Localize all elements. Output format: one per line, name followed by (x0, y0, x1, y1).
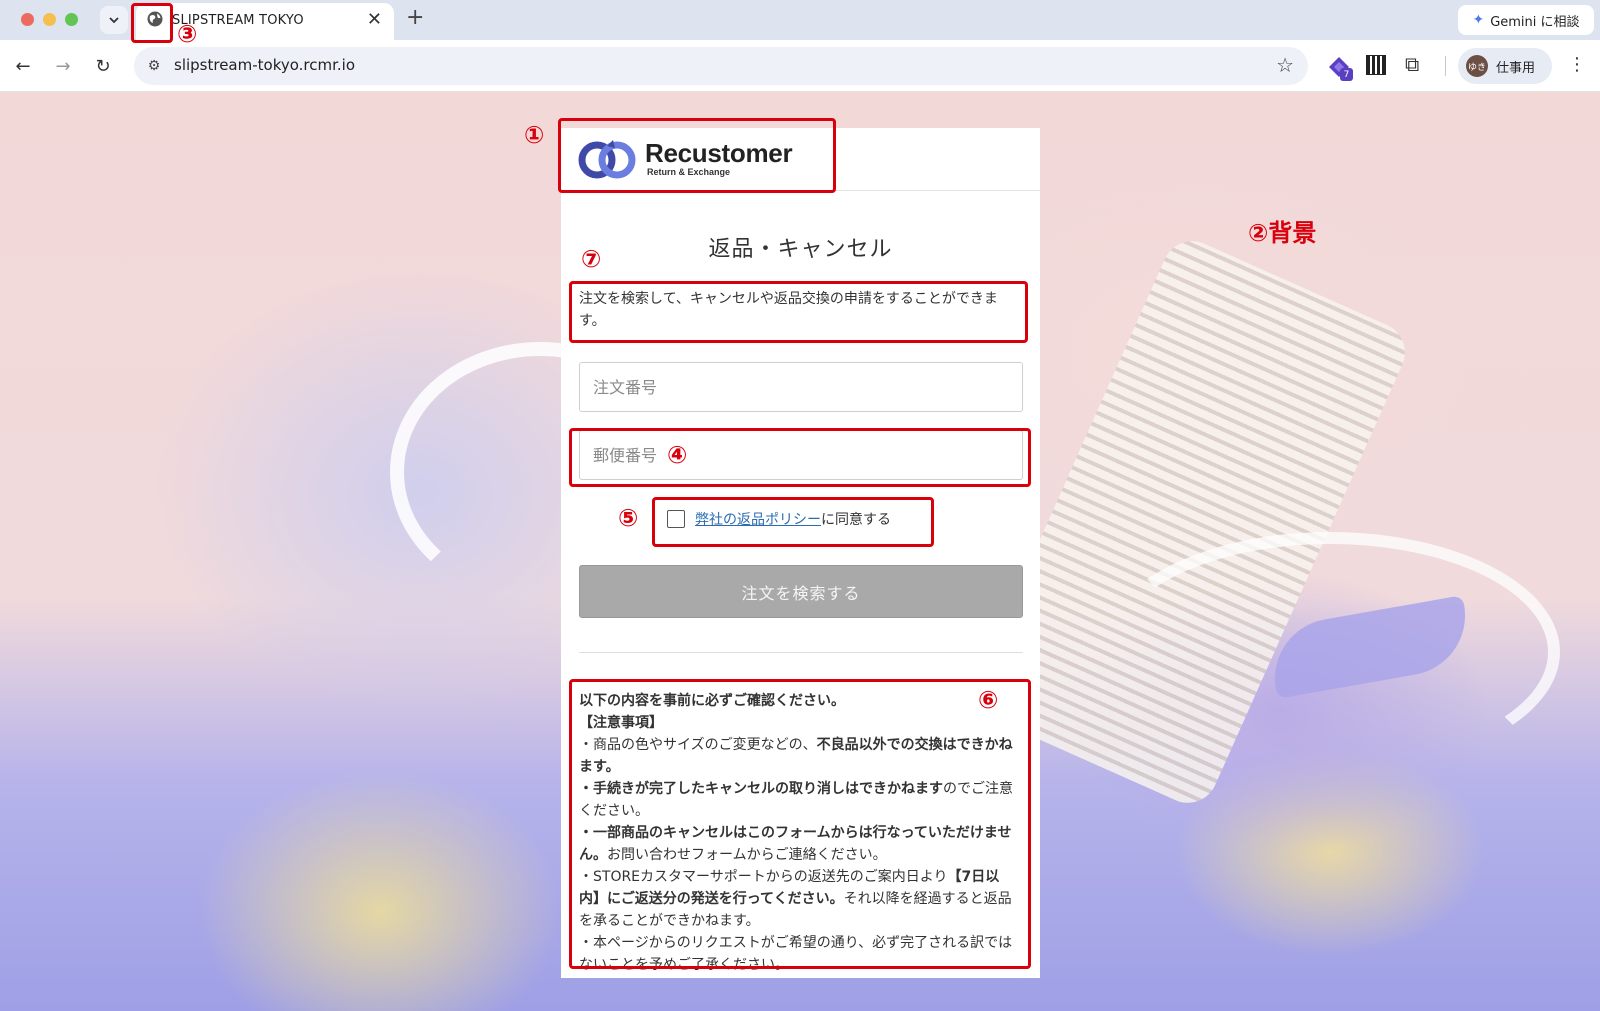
qr-extension-icon[interactable] (1366, 55, 1386, 75)
notice-text: 以下の内容を事前に必ずご確認ください。 【注意事項】 ・商品の色やサイズのご変更… (579, 690, 1015, 976)
notice-item: ・STOREカスタマーサポートからの返送先のご案内日より【7日以内】にご返送分の… (579, 869, 1012, 929)
notice-item: ・本ページからのリクエストがご希望の通り、必ず完了される訳ではないことを予めご了… (579, 935, 1013, 973)
recustomer-logo: Recustomer Return & Exchange (577, 136, 793, 180)
agree-suffix: に同意する (821, 512, 891, 528)
notice-heading: 【注意事項】 (579, 715, 663, 731)
globe-icon (147, 11, 163, 27)
tab-list-button[interactable] (100, 6, 128, 34)
more-menu-icon[interactable]: ⋮ (1568, 54, 1586, 75)
avatar: ゆき (1466, 55, 1488, 77)
notice-item: ・一部商品のキャンセルはこのフォームからは行なっていただけません。お問い合わせフ… (579, 825, 1012, 863)
minimize-window-button[interactable] (43, 13, 56, 26)
toolbar-separator (1445, 56, 1446, 76)
logo-subtitle: Return & Exchange (647, 167, 731, 177)
reload-icon[interactable]: ↻ (91, 54, 115, 78)
notice-item: ・手続きが完了したキャンセルの取り消しはできかねますのでご注意ください。 (579, 781, 1013, 819)
site-settings-icon[interactable]: ⚙ (144, 56, 164, 76)
search-order-button[interactable]: 注文を検索する (579, 565, 1023, 618)
puzzle-icon[interactable]: ⧉ (1405, 52, 1419, 76)
forward-arrow-icon[interactable]: → (51, 54, 75, 78)
divider (579, 652, 1023, 653)
maximize-window-button[interactable] (65, 13, 78, 26)
page-title: 返品・キャンセル (708, 237, 893, 262)
notice-intro: 以下の内容を事前に必ずご確認ください。 (579, 693, 845, 709)
tab-title: SLIPSTREAM TOKYO (172, 13, 304, 28)
extension-badge: 7 (1340, 68, 1353, 81)
profile-label: 仕事用 (1496, 60, 1536, 76)
card-header: Recustomer Return & Exchange (561, 128, 1040, 191)
back-arrow-icon[interactable]: ← (11, 54, 35, 78)
close-window-button[interactable] (21, 13, 34, 26)
order-number-input[interactable] (579, 362, 1023, 412)
policy-agree-text: 弊社の返品ポリシーに同意する (695, 509, 891, 529)
browser-toolbar: ← → ↻ ⚙ slipstream-tokyo.rcmr.io ☆ 7 ⧉ ゆ… (0, 40, 1600, 92)
notice-item: ・商品の色やサイズのご変更などの、不良品以外での交換はできかねます。 (579, 737, 1013, 775)
gemini-button[interactable]: ✦ Gemini に相談 (1458, 5, 1594, 35)
return-policy-link[interactable]: 弊社の返品ポリシー (695, 512, 821, 528)
url-text[interactable]: slipstream-tokyo.rcmr.io (174, 56, 355, 74)
address-bar[interactable]: ⚙ slipstream-tokyo.rcmr.io ☆ (134, 47, 1308, 85)
gemini-label: Gemini に相談 (1490, 14, 1580, 30)
postal-code-input[interactable] (579, 430, 1023, 480)
browser-tab[interactable]: SLIPSTREAM TOKYO ✕ (136, 3, 394, 40)
policy-agree-row: 弊社の返品ポリシーに同意する (667, 509, 891, 529)
profile-button[interactable]: ゆき 仕事用 (1458, 48, 1552, 84)
bookmark-star-icon[interactable]: ☆ (1276, 53, 1294, 77)
recustomer-logo-mark-icon (578, 140, 636, 179)
page-description: 注文を検索して、キャンセルや返品交換の申請をすることができます。 (579, 291, 998, 329)
tab-bar: SLIPSTREAM TOKYO ✕ + ✦ Gemini に相談 (0, 0, 1600, 40)
new-tab-button[interactable]: + (406, 5, 424, 30)
logo-name: Recustomer (645, 138, 793, 168)
policy-agree-checkbox[interactable] (667, 510, 685, 528)
return-form-card: Recustomer Return & Exchange 返品・キャンセル 注文… (561, 128, 1040, 978)
tab-close-button[interactable]: ✕ (367, 9, 382, 30)
sparkle-icon: ✦ (1472, 12, 1485, 28)
chevron-down-icon (109, 17, 119, 24)
